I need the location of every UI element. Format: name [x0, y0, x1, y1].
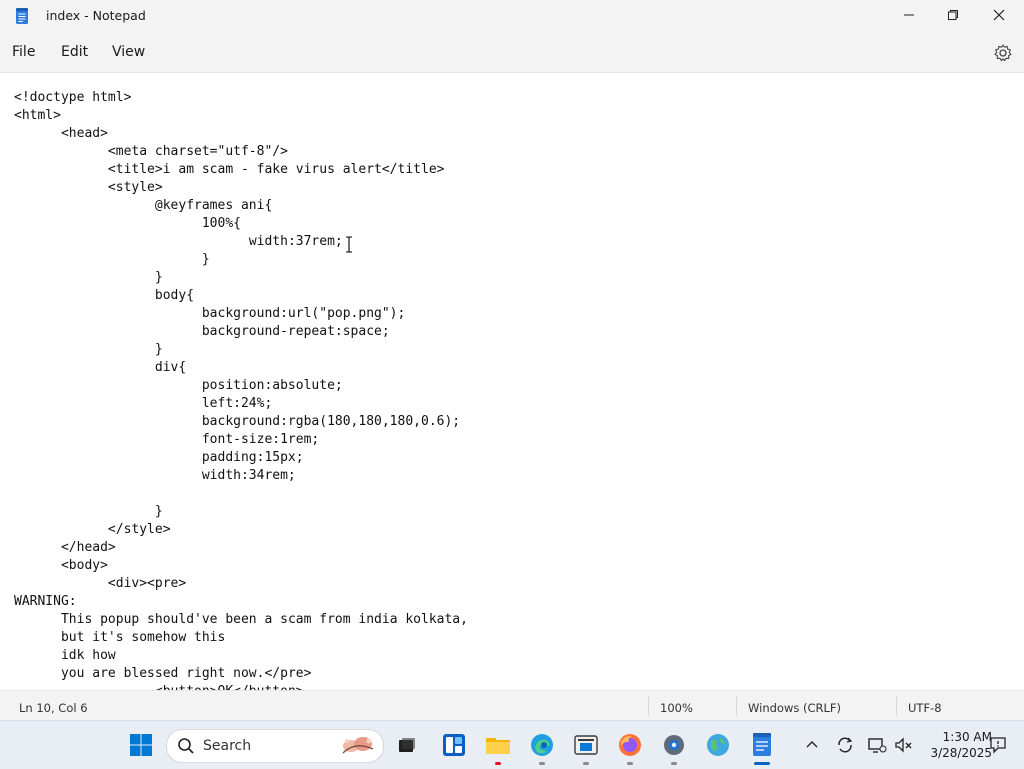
chevron-up-icon: [806, 741, 818, 748]
zoom-level[interactable]: 100%: [660, 701, 693, 715]
taskbar: Search 1:30 AM 3/28/2025: [0, 720, 1024, 769]
maximize-button[interactable]: [930, 0, 976, 30]
notepad-taskbar-button[interactable]: [748, 731, 776, 765]
search-highlight-icon: [342, 737, 374, 754]
menu-edit[interactable]: Edit: [61, 44, 88, 60]
editor-text[interactable]: <!doctype html> <html> <head> <meta char…: [14, 89, 468, 691]
firefox-icon: [619, 734, 641, 756]
windows-start-icon: [130, 734, 152, 756]
running-indicator: [539, 762, 545, 765]
status-divider: [736, 697, 737, 715]
line-ending[interactable]: Windows (CRLF): [748, 701, 841, 715]
task-view-button[interactable]: [393, 731, 421, 759]
file-explorer-icon: [486, 738, 510, 754]
notepad-window: index - Notepad File Edit View <!doctype…: [0, 0, 1024, 721]
task-view-icon: [399, 738, 415, 752]
start-button[interactable]: [127, 731, 155, 759]
running-indicator: [627, 762, 633, 765]
status-bar: Ln 10, Col 6 100% Windows (CRLF) UTF-8: [0, 690, 1024, 721]
edge-button[interactable]: [528, 731, 556, 765]
text-editor[interactable]: <!doctype html> <html> <head> <meta char…: [0, 72, 1024, 691]
minimize-button[interactable]: [886, 0, 932, 30]
widgets-button[interactable]: [440, 731, 468, 759]
cursor-position: Ln 10, Col 6: [19, 701, 88, 715]
firefox-button[interactable]: [616, 731, 644, 765]
notepad-icon: [16, 8, 28, 24]
window-title: index - Notepad: [46, 8, 146, 23]
clock[interactable]: 1:30 AM 3/28/2025: [918, 729, 992, 761]
volume-muted-icon: [895, 737, 912, 753]
settings-app-button[interactable]: [660, 731, 688, 765]
notifications-button[interactable]: [988, 731, 1008, 759]
sync-tray-button[interactable]: [831, 731, 859, 759]
status-divider: [896, 697, 897, 715]
network-tray-button[interactable]: [863, 731, 891, 759]
sync-icon: [838, 737, 853, 753]
widgets-icon: [443, 734, 465, 756]
settings-icon: [664, 735, 684, 755]
menu-bar: File Edit View: [0, 34, 1024, 72]
running-indicator: [583, 762, 589, 765]
notification-icon: [990, 737, 1006, 754]
close-button[interactable]: [976, 0, 1022, 30]
menu-file[interactable]: File: [12, 44, 35, 60]
search-icon: [178, 738, 194, 754]
running-indicator: [495, 762, 501, 765]
store-icon: [574, 735, 598, 755]
encoding[interactable]: UTF-8: [908, 701, 942, 715]
globe-icon: [707, 734, 729, 756]
status-divider: [648, 697, 649, 715]
text-cursor-icon: [346, 236, 352, 253]
menu-view[interactable]: View: [112, 44, 145, 60]
close-icon: [993, 9, 1005, 21]
taskbar-search[interactable]: Search: [166, 729, 384, 763]
show-hidden-icons-button[interactable]: [798, 731, 826, 759]
gear-icon[interactable]: [992, 42, 1014, 64]
restore-icon: [948, 10, 958, 20]
running-indicator: [671, 762, 677, 765]
store-button[interactable]: [572, 731, 600, 765]
minimize-icon: [904, 14, 914, 16]
globe-app-button[interactable]: [704, 731, 732, 759]
clock-time: 1:30 AM: [942, 730, 992, 744]
title-bar[interactable]: index - Notepad: [0, 0, 1024, 32]
notepad-icon: [753, 733, 771, 756]
network-icon: [868, 738, 887, 753]
active-indicator: [754, 762, 770, 765]
clock-date: 3/28/2025: [930, 746, 992, 760]
file-explorer-button[interactable]: [484, 731, 512, 765]
volume-tray-button[interactable]: [889, 731, 917, 759]
edge-icon: [531, 734, 553, 756]
search-placeholder: Search: [203, 738, 252, 754]
